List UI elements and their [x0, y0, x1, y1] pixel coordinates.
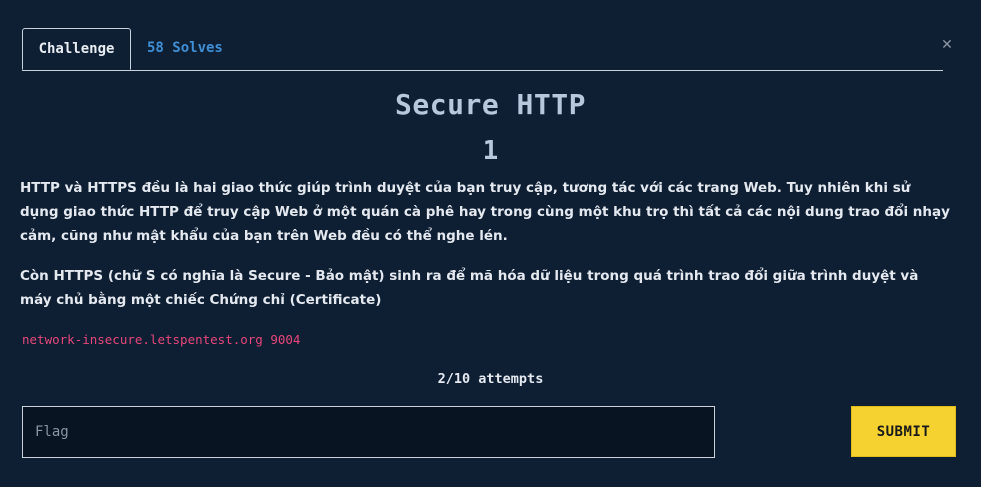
challenge-value: 1: [482, 136, 499, 166]
tab-solves[interactable]: 58 Solves: [147, 28, 223, 69]
description-paragraph: Còn HTTPS (chữ S có nghĩa là Secure - Bả…: [20, 268, 919, 308]
submit-button[interactable]: SUBMIT: [851, 406, 956, 457]
description-paragraph: HTTP và HTTPS đều là hai giao thức giúp …: [20, 180, 950, 244]
tab-challenge[interactable]: Challenge: [22, 28, 131, 70]
flag-input[interactable]: [22, 406, 715, 458]
attempts-counter: 2/10 attempts: [437, 371, 544, 387]
challenge-title: Secure HTTP: [395, 88, 586, 121]
challenge-tabs: Challenge 58 Solves: [22, 28, 943, 71]
challenge-description: HTTP và HTTPS đều là hai giao thức giúp …: [20, 176, 950, 328]
close-icon[interactable]: ✕: [940, 38, 954, 52]
connection-info: network-insecure.letspentest.org 9004: [22, 332, 301, 347]
